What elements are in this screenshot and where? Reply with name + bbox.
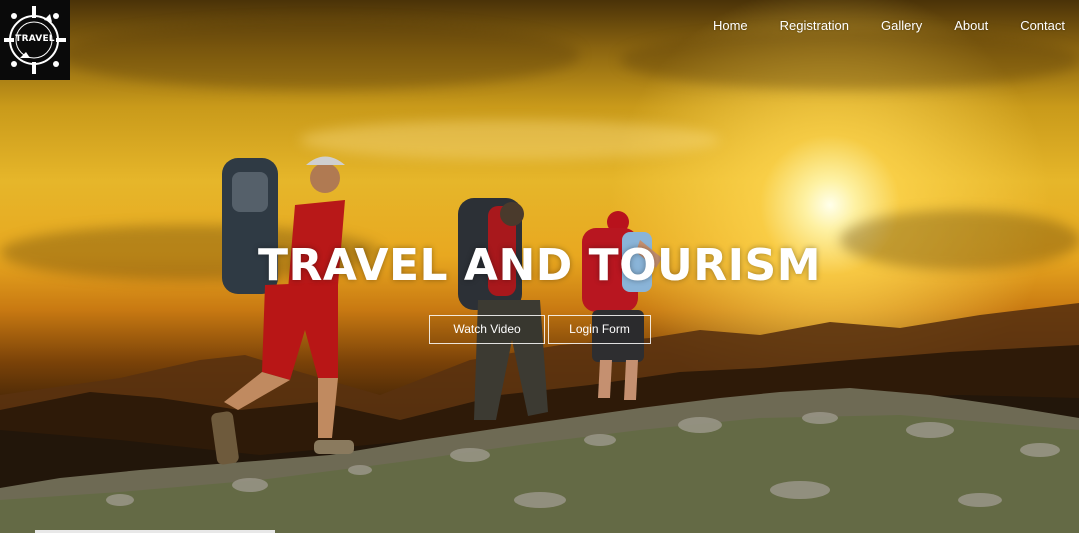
hero-title: TRAVEL AND TOURISM (257, 240, 822, 291)
watch-video-button[interactable]: Watch Video (429, 315, 545, 344)
logo-text: TRAVEL (15, 34, 55, 44)
main-navigation: Home Registration Gallery About Contact (697, 18, 1065, 34)
nav-item-gallery[interactable]: Gallery (865, 18, 938, 34)
hero-buttons: Watch Video Login Form (429, 315, 651, 344)
travel-logo[interactable]: TRAVEL (0, 0, 70, 80)
nav-item-contact[interactable]: Contact (1004, 18, 1065, 34)
login-form-button[interactable]: Login Form (548, 315, 651, 344)
nav-item-home[interactable]: Home (697, 18, 764, 34)
hero-section: TRAVEL Home Registration Gallery About C… (0, 0, 1079, 533)
nav-item-registration[interactable]: Registration (764, 18, 865, 34)
nav-item-about[interactable]: About (938, 18, 1004, 34)
